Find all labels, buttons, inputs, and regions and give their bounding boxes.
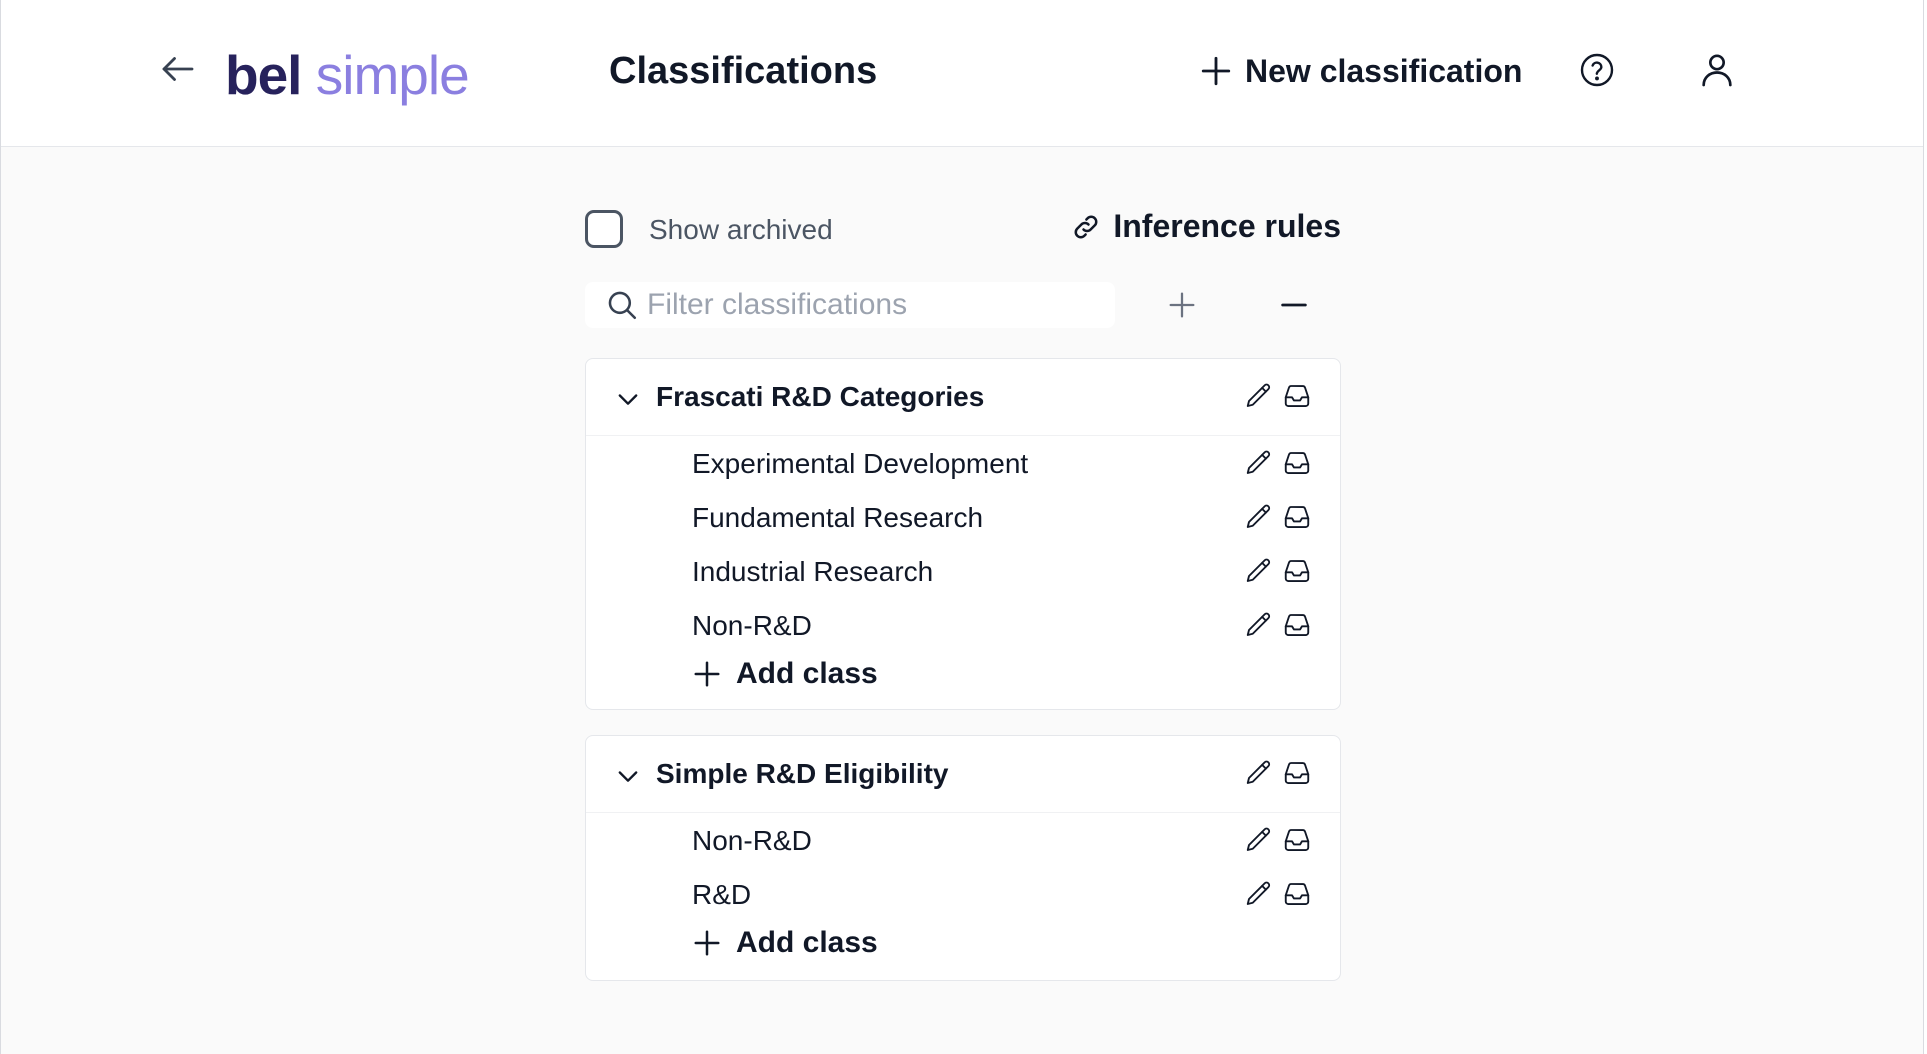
archive-inbox-icon[interactable] xyxy=(1282,448,1312,478)
archive-inbox-icon[interactable] xyxy=(1282,502,1312,532)
classification-name: Frascati R&D Categories xyxy=(656,381,985,412)
back-arrow-icon[interactable] xyxy=(157,48,199,90)
archive-inbox-icon[interactable] xyxy=(1282,556,1312,586)
page-title: Classifications xyxy=(609,50,878,92)
pencil-icon[interactable] xyxy=(1244,556,1274,586)
add-class-button[interactable]: Add class xyxy=(692,926,878,960)
pencil-icon[interactable] xyxy=(1244,502,1274,532)
help-icon[interactable] xyxy=(1579,52,1615,88)
user-icon[interactable] xyxy=(1697,50,1737,90)
logo: bel simple xyxy=(225,40,470,110)
inference-rules-label: Inference rules xyxy=(1113,208,1341,244)
filter-input[interactable] xyxy=(645,287,1089,323)
logo-secondary: simple xyxy=(315,44,470,106)
inference-rules-link[interactable]: Inference rules xyxy=(1071,208,1341,245)
chevron-down-icon[interactable] xyxy=(614,762,642,790)
top-bar: bel simple Classifications New classific… xyxy=(1,0,1923,147)
plus-icon xyxy=(694,930,720,956)
logo-primary: bel xyxy=(225,44,302,106)
archive-inbox-icon[interactable] xyxy=(1282,879,1312,909)
new-classification-button[interactable]: New classification xyxy=(1199,48,1522,94)
pencil-icon[interactable] xyxy=(1244,448,1274,478)
class-row[interactable]: R&D xyxy=(586,867,1340,921)
archive-inbox-icon[interactable] xyxy=(1282,825,1312,855)
app-frame: bel simple Classifications New classific… xyxy=(0,0,1924,1054)
add-class-label: Add class xyxy=(736,657,878,690)
pencil-icon[interactable] xyxy=(1244,610,1274,640)
add-class-button[interactable]: Add class xyxy=(692,657,878,691)
classification-header: Frascati R&D Categories xyxy=(586,359,1340,436)
class-name: Non-R&D xyxy=(692,825,812,856)
plus-icon xyxy=(694,661,720,687)
filter-search-box xyxy=(585,282,1115,328)
archive-inbox-icon[interactable] xyxy=(1282,758,1312,788)
class-row[interactable]: Non-R&D xyxy=(586,598,1340,652)
class-row[interactable]: Experimental Development xyxy=(586,436,1340,490)
pencil-icon[interactable] xyxy=(1244,381,1274,411)
collapse-all-minus-icon[interactable] xyxy=(1277,288,1311,322)
classification-name: Simple R&D Eligibility xyxy=(656,758,949,789)
class-row[interactable]: Fundamental Research xyxy=(586,490,1340,544)
class-name: R&D xyxy=(692,879,752,910)
archive-inbox-icon[interactable] xyxy=(1282,381,1312,411)
search-icon xyxy=(608,291,637,320)
classification-header: Simple R&D Eligibility xyxy=(586,736,1340,813)
class-name: Fundamental Research xyxy=(692,502,984,533)
classification-card: Frascati R&D Categories Experimental Dev… xyxy=(585,358,1341,710)
pencil-icon[interactable] xyxy=(1244,758,1274,788)
classification-card: Simple R&D Eligibility Non-R&D R&D Add c… xyxy=(585,735,1341,981)
class-name: Non-R&D xyxy=(692,610,812,641)
show-archived-label: Show archived xyxy=(649,214,833,245)
pencil-icon[interactable] xyxy=(1244,825,1274,855)
link-icon xyxy=(1074,215,1098,238)
chevron-down-icon[interactable] xyxy=(614,385,642,413)
class-name: Industrial Research xyxy=(692,556,934,587)
class-row[interactable]: Industrial Research xyxy=(586,544,1340,598)
add-class-label: Add class xyxy=(736,926,878,959)
plus-icon xyxy=(1201,56,1231,86)
pencil-icon[interactable] xyxy=(1244,879,1274,909)
class-name: Experimental Development xyxy=(692,448,1029,479)
class-row[interactable]: Non-R&D xyxy=(586,813,1340,867)
expand-all-plus-icon[interactable] xyxy=(1165,288,1199,322)
show-archived-checkbox[interactable] xyxy=(585,210,623,248)
archive-inbox-icon[interactable] xyxy=(1282,610,1312,640)
new-classification-label: New classification xyxy=(1245,52,1523,89)
classifications-toolbar: Show archived Inference rules xyxy=(585,206,1341,256)
